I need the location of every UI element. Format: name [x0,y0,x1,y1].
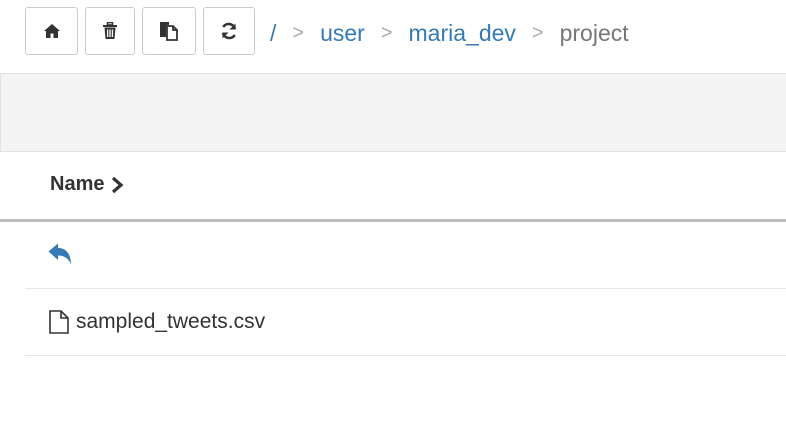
breadcrumb-item-user[interactable]: user [320,20,365,47]
breadcrumb-separator: > [292,21,305,44]
home-icon [43,24,60,38]
table-row: sampled_tweets.csv [25,289,786,356]
breadcrumb-separator: > [531,21,544,44]
action-bar [0,73,786,152]
breadcrumb-item-project: project [559,19,629,46]
breadcrumb: / > user > maria_dev > project [270,19,629,47]
breadcrumb-separator: > [380,21,393,44]
toolbar: / > user > maria_dev > project [0,0,786,66]
delete-button[interactable] [85,7,135,55]
reply-arrow-icon [48,243,71,264]
file-browser: / > user > maria_dev > project Name samp… [0,0,786,432]
file-item[interactable]: sampled_tweets.csv [48,310,265,334]
breadcrumb-item-maria-dev[interactable]: maria_dev [409,20,516,47]
paste-icon [160,22,178,41]
breadcrumb-root[interactable]: / [270,20,276,47]
file-icon [49,310,69,334]
name-column-label: Name [50,173,105,195]
paste-button[interactable] [142,7,196,55]
refresh-icon [221,22,237,40]
file-name: sampled_tweets.csv [76,310,266,333]
table-header: Name [0,153,786,222]
table-row [25,222,786,289]
home-button[interactable] [25,7,78,55]
refresh-button[interactable] [203,7,255,55]
chevron-right-icon [112,176,124,193]
trash-icon [103,22,117,39]
name-column-header[interactable]: Name [50,173,124,196]
parent-directory-link[interactable] [48,243,72,270]
